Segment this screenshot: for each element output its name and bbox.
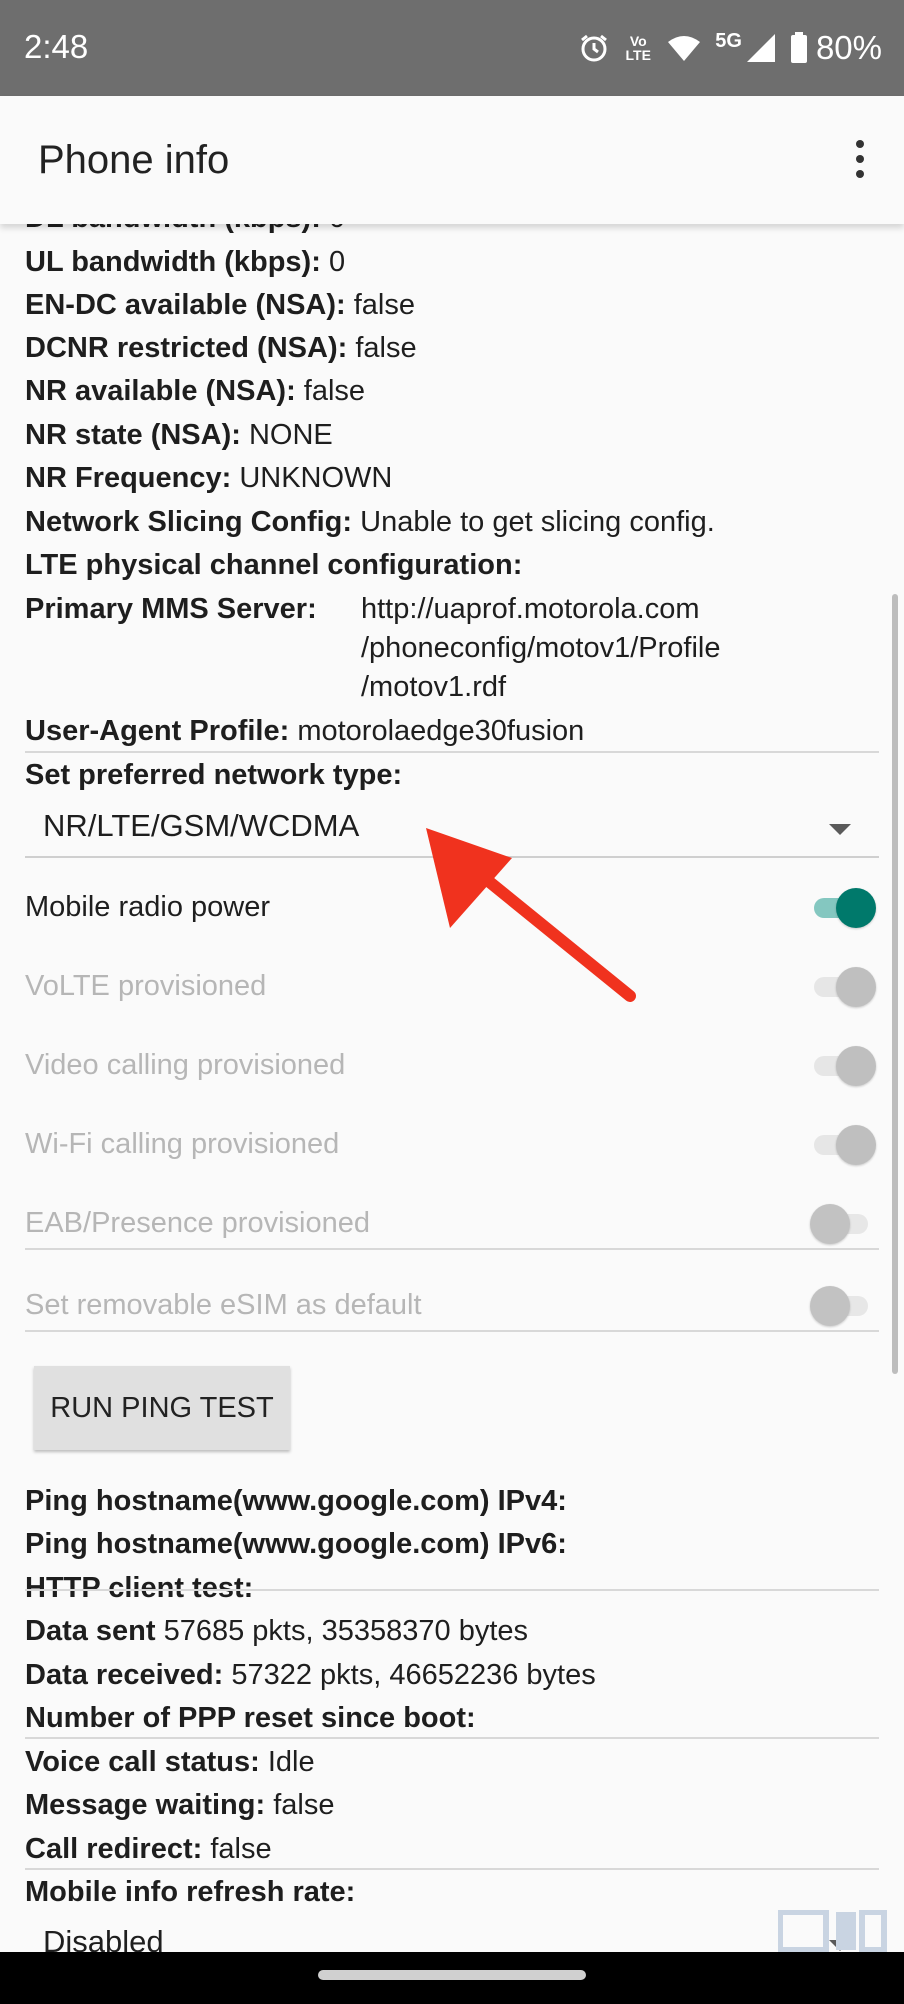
user-agent-row: User-Agent Profile: motorolaedge30fusion [25, 715, 585, 747]
info-row: EN-DC available (NSA): false [25, 289, 415, 321]
annotation-arrow-icon [426, 828, 636, 1002]
removable-esim-default-toggle [810, 1285, 872, 1326]
switch-label: Mobile radio power [25, 891, 271, 923]
wifi-calling-provisioned-toggle [812, 1124, 876, 1165]
data-row: Message waiting: false [25, 1789, 335, 1821]
more-vert-icon[interactable] [850, 140, 870, 180]
battery-icon [790, 32, 807, 63]
dropdown-arrow-icon [829, 824, 851, 835]
app-bar: Phone info [0, 96, 904, 224]
refresh-rate-value: Disabled [43, 1924, 164, 1952]
divider [25, 1330, 879, 1332]
data-row: Number of PPP reset since boot: [25, 1702, 476, 1734]
phone-info-content[interactable]: DL bandwidth (kbps): 0 UL bandwidth (kbp… [0, 224, 904, 1952]
mms-server-url-1: http://uaprof.motorola.com [361, 593, 700, 625]
info-row: NR Frequency: UNKNOWN [25, 462, 393, 494]
info-row: DL bandwidth (kbps): 0 [25, 224, 345, 236]
info-row: NR state (NSA): NONE [25, 419, 333, 451]
divider [25, 1589, 879, 1591]
divider [25, 751, 879, 753]
switch-label: VoLTE provisioned [25, 970, 267, 1002]
refresh-rate-dropdown[interactable]: Disabled [25, 1916, 879, 1952]
divider [25, 1248, 879, 1250]
eab-presence-provisioned-toggle [810, 1203, 872, 1244]
battery-percentage: 80% [815, 29, 882, 66]
ping-row: HTTP client test: [25, 1572, 254, 1604]
info-row: LTE physical channel configuration: [25, 549, 523, 581]
info-row: Network Slicing Config: Unable to get sl… [25, 506, 715, 538]
network-type-value: NR/LTE/GSM/WCDMA [43, 808, 360, 843]
refresh-rate-label: Mobile info refresh rate: [25, 1876, 356, 1908]
page-title: Phone info [38, 138, 230, 182]
info-row: UL bandwidth (kbps): 0 [25, 246, 346, 278]
wifi-icon [668, 36, 701, 61]
data-row: Voice call status: Idle [25, 1746, 315, 1778]
divider [25, 1737, 879, 1739]
info-row: DCNR restricted (NSA): false [25, 332, 417, 364]
mms-server-url-2: /phoneconfig/motov1/Profile [361, 632, 721, 664]
switch-row-eab-presence-provisioned: EAB/Presence provisioned [0, 1193, 904, 1253]
alarm-icon [581, 34, 608, 62]
switch-label: EAB/Presence provisioned [25, 1207, 370, 1239]
mobile-radio-power-toggle[interactable] [812, 887, 876, 928]
home-gesture-handle[interactable] [318, 1970, 586, 1980]
run-ping-test-button[interactable]: RUN PING TEST [34, 1366, 290, 1450]
status-time: 2:48 [24, 28, 89, 65]
volte-icon: Vo LTE [625, 33, 651, 63]
network-type-label: Set preferred network type: [25, 759, 403, 791]
switch-label: Wi-Fi calling provisioned [25, 1128, 340, 1160]
volte-provisioned-toggle [812, 966, 876, 1007]
mms-server-url-3: /motov1.rdf [361, 671, 507, 703]
switch-label: Video calling provisioned [25, 1049, 346, 1081]
switch-label: Set removable eSIM as default [25, 1289, 422, 1321]
signal-icon [746, 34, 775, 62]
status-bar: 2:48 Vo LTE 5G 80% [0, 0, 904, 96]
network-type-badge: 5G [715, 29, 742, 52]
status-icons: Vo LTE 5G 80% [579, 26, 882, 70]
navigation-bar [0, 1952, 904, 2004]
switch-row-video-calling-provisioned: Video calling provisioned [0, 1035, 904, 1095]
switch-row-wifi-calling-provisioned: Wi-Fi calling provisioned [0, 1114, 904, 1174]
mms-server-label: Primary MMS Server: [25, 593, 317, 625]
scrollbar-thumb[interactable] [892, 594, 898, 1374]
watermark-logo [778, 1910, 887, 1952]
switch-row-removable-esim-default: Set removable eSIM as default [0, 1275, 904, 1335]
video-calling-provisioned-toggle [812, 1045, 876, 1086]
divider [25, 1868, 879, 1870]
ping-row: Ping hostname(www.google.com) IPv4: [25, 1485, 567, 1517]
data-row: Call redirect: false [25, 1833, 272, 1865]
ping-row: Ping hostname(www.google.com) IPv6: [25, 1528, 567, 1560]
info-row: NR available (NSA): false [25, 375, 366, 407]
data-row: Data sent 57685 pkts, 35358370 bytes [25, 1615, 529, 1647]
data-row: Data received: 57322 pkts, 46652236 byte… [25, 1659, 596, 1691]
